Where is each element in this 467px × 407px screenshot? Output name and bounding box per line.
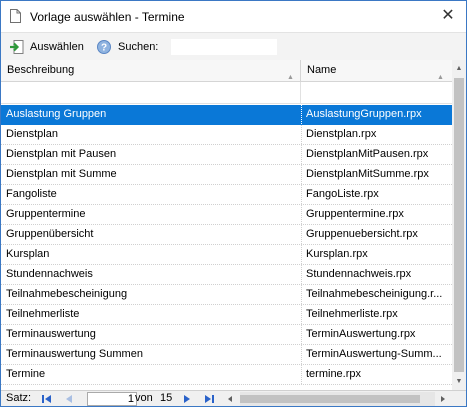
horizontal-scroll-thumb[interactable] [240,395,420,403]
table-row[interactable]: Dienstplan mit Pausen DienstplanMitPausen… [1,145,452,165]
table-row[interactable]: Dienstplan mit Summe DienstplanMitSumme.r… [1,165,452,185]
cell-description: Dienstplan mit Pausen [6,148,117,160]
column-header-description[interactable]: Beschreibung ▲ [1,60,301,81]
table-row[interactable]: Gruppenübersicht Gruppenuebersicht.rpx [1,225,452,245]
table-row[interactable]: Teilnahmebescheinigung Teilnahmebescheini… [1,285,452,305]
scroll-down-icon[interactable]: ▼ [452,373,466,390]
cell-separator [301,205,303,224]
table-row[interactable]: Stundennachweis Stundennachweis.rpx [1,265,452,285]
cell-description: Stundennachweis [6,268,93,280]
help-icon: ? [97,39,111,54]
scroll-left-icon[interactable] [222,392,238,406]
record-total: 15 [160,392,173,404]
record-navigator: Satz: von 15 [1,390,466,406]
cell-separator [301,145,303,164]
cell-description: Auslastung Gruppen [6,108,107,120]
table-row[interactable]: Auslastung Gruppen AuslastungGruppen.rpx [1,105,452,125]
cell-separator [301,105,303,124]
table-row[interactable]: Teilnehmerliste Teilnehmerliste.rpx [1,305,452,325]
record-label: Satz: [6,392,32,404]
of-label: von [135,392,153,404]
table-row[interactable]: Dienstplan Dienstplan.rpx [1,125,452,145]
search-input[interactable] [171,39,277,55]
cell-name: DienstplanMitPausen.rpx [306,148,429,160]
window-title: Vorlage auswählen - Termine [30,10,185,24]
cell-separator [301,285,303,304]
vertical-scroll-thumb[interactable] [454,78,464,372]
select-button-label: Auswählen [30,40,84,53]
last-record-icon[interactable] [201,392,217,406]
cell-name: TerminAuswertung-Summ... [306,348,442,360]
cell-description: Termine [6,368,46,380]
cell-description: Teilnahmebescheinigung [6,288,128,300]
cell-name: termine.rpx [306,368,362,380]
cell-description: Terminauswertung Summen [6,348,143,360]
table-row[interactable]: Terminauswertung Summen TerminAuswertung-… [1,345,452,365]
column-header-description-label: Beschreibung [7,64,75,76]
cell-name: AuslastungGruppen.rpx [306,108,422,120]
cell-description: Terminauswertung [6,328,96,340]
cell-separator [301,125,303,144]
search-label: Suchen: [118,40,159,53]
cell-separator [301,165,303,184]
dialog-window: Vorlage auswählen - Termine ✕ Auswählen … [0,0,467,407]
cell-separator [301,305,303,324]
document-icon [10,9,21,23]
cell-name: Kursplan.rpx [306,248,368,260]
column-header-name[interactable]: Name ▲ [301,60,452,81]
cell-description: Gruppenübersicht [6,228,94,240]
cell-description: Kursplan [6,248,50,260]
cell-name: Teilnehmerliste.rpx [306,308,398,320]
cell-description: Teilnehmerliste [6,308,80,320]
page-number-input[interactable] [87,392,137,406]
cell-name: Gruppentermine.rpx [306,208,404,220]
cell-name: Gruppenuebersicht.rpx [306,228,418,240]
cell-separator [301,365,303,384]
table-row[interactable]: Gruppentermine Gruppentermine.rpx [1,205,452,225]
title-bar: Vorlage auswählen - Termine ✕ [1,1,466,32]
table-row[interactable]: Termine termine.rpx [1,365,452,385]
table-row[interactable]: Fangoliste FangoListe.rpx [1,185,452,205]
horizontal-scrollbar[interactable] [240,392,435,406]
cell-separator [301,185,303,204]
cell-separator [301,245,303,264]
cell-name: TerminAuswertung.rpx [306,328,416,340]
scroll-right-icon[interactable] [435,392,451,406]
cell-name: Dienstplan.rpx [306,128,377,140]
column-header-name-label: Name [307,64,337,76]
template-grid: Beschreibung ▲ Name ▲ Auslastung Gruppen… [1,60,452,390]
cell-name: DienstplanMitSumme.rpx [306,168,429,180]
cell-description: Gruppentermine [6,208,86,220]
search-label-group: ? Suchen: [96,33,158,60]
select-button[interactable]: Auswählen [9,33,84,60]
cell-description: Fangoliste [6,188,57,200]
cell-separator [301,345,303,364]
table-row[interactable]: Terminauswertung TerminAuswertung.rpx [1,325,452,345]
close-button[interactable]: ✕ [437,5,459,27]
filter-separator [300,82,301,103]
cell-description: Dienstplan mit Summe [6,168,117,180]
previous-record-icon[interactable] [61,392,77,406]
toolbar: Auswählen ? Suchen: [1,32,466,61]
first-record-icon[interactable] [39,392,55,406]
scroll-up-icon[interactable]: ▲ [452,60,466,77]
cell-name: Teilnahmebescheinigung.r... [306,288,443,300]
next-record-icon[interactable] [179,392,195,406]
filter-row[interactable] [1,82,452,104]
cell-description: Dienstplan [6,128,58,140]
grid-header: Beschreibung ▲ Name ▲ [1,60,452,82]
cell-name: Stundennachweis.rpx [306,268,412,280]
vertical-scrollbar[interactable]: ▲ ▼ [452,60,466,390]
cell-separator [301,265,303,284]
table-row[interactable]: Kursplan Kursplan.rpx [1,245,452,265]
svg-text:?: ? [101,42,107,53]
select-icon [10,39,24,54]
cell-name: FangoListe.rpx [306,188,379,200]
cell-separator [301,225,303,244]
cell-separator [301,325,303,344]
